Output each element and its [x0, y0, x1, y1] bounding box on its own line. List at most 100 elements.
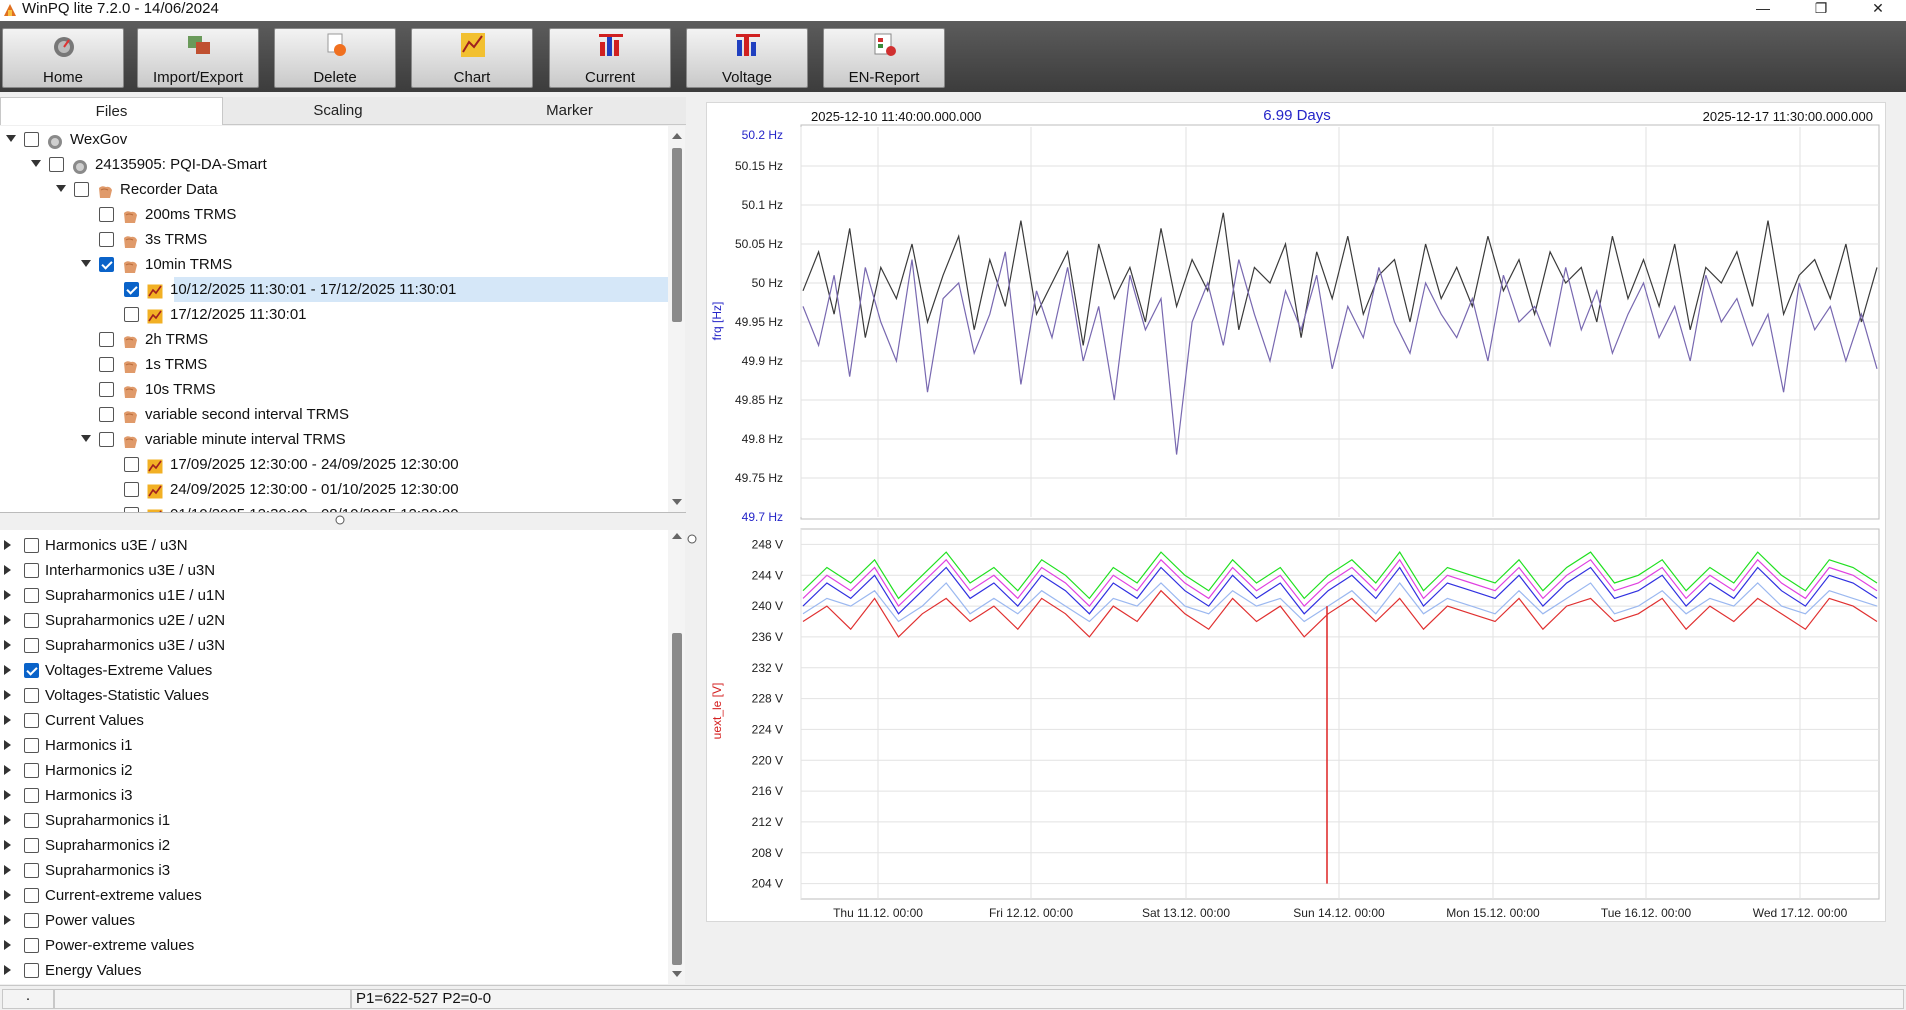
tree-item[interactable]: 17/12/2025 11:30:01: [0, 302, 668, 327]
expand-arrow-icon[interactable]: [4, 740, 11, 750]
expand-arrow-icon[interactable]: [4, 640, 11, 650]
minimize-button[interactable]: —: [1735, 0, 1791, 21]
tree-item-checkbox[interactable]: [49, 157, 64, 172]
scroll-up-icon[interactable]: [672, 133, 682, 139]
tree-item[interactable]: 24135905: PQI-DA-Smart: [0, 152, 668, 177]
tree-item-checkbox[interactable]: [99, 257, 114, 272]
channel-checkbox[interactable]: [24, 938, 39, 953]
tree-item-checkbox[interactable]: [124, 457, 139, 472]
channel-item[interactable]: Current Values: [0, 708, 668, 733]
chart-button[interactable]: Chart: [411, 28, 533, 88]
expand-arrow-icon[interactable]: [4, 715, 11, 725]
expand-arrow-icon[interactable]: [4, 915, 11, 925]
channel-item[interactable]: Supraharmonics u1E / u1N: [0, 583, 668, 608]
channel-item[interactable]: Current-extreme values: [0, 883, 668, 908]
expand-arrow-icon[interactable]: [4, 665, 11, 675]
expand-arrow-icon[interactable]: [4, 615, 11, 625]
tree-item-checkbox[interactable]: [99, 407, 114, 422]
voltage-button[interactable]: Voltage: [686, 28, 808, 88]
expand-arrow-icon[interactable]: [4, 690, 11, 700]
expand-arrow-icon[interactable]: [4, 590, 11, 600]
tree-item-checkbox[interactable]: [99, 432, 114, 447]
tree-item-checkbox[interactable]: [99, 332, 114, 347]
restore-button[interactable]: ❐: [1793, 0, 1849, 21]
channel-checkbox[interactable]: [24, 813, 39, 828]
current-button[interactable]: Current: [549, 28, 671, 88]
channel-checkbox[interactable]: [24, 688, 39, 703]
channel-checkbox[interactable]: [24, 663, 39, 678]
tree-item-checkbox[interactable]: [99, 232, 114, 247]
tree-item[interactable]: 1s TRMS: [0, 352, 668, 377]
splitter-handle-icon[interactable]: [686, 533, 698, 545]
expand-arrow-icon[interactable]: [4, 865, 11, 875]
delete-button[interactable]: Delete: [274, 28, 396, 88]
channel-list-scrollbar[interactable]: [668, 530, 685, 984]
tree-item-checkbox[interactable]: [124, 307, 139, 322]
channel-checkbox[interactable]: [24, 638, 39, 653]
channel-item[interactable]: Supraharmonics u3E / u3N: [0, 633, 668, 658]
file-tree-scrollbar[interactable]: [668, 126, 685, 512]
tree-item[interactable]: 10min TRMS: [0, 252, 668, 277]
channel-checkbox[interactable]: [24, 738, 39, 753]
channel-item[interactable]: Harmonics i3: [0, 783, 668, 808]
tree-item[interactable]: 24/09/2025 12:30:00 - 01/10/2025 12:30:0…: [0, 477, 668, 502]
tree-item[interactable]: 17/09/2025 12:30:00 - 24/09/2025 12:30:0…: [0, 452, 668, 477]
channel-checkbox[interactable]: [24, 913, 39, 928]
chart-svg[interactable]: 2025-12-10 11:40:00.000.000 6.99 Days 2025…: [707, 103, 1887, 923]
close-button[interactable]: ✕: [1850, 0, 1906, 21]
tree-item[interactable]: 10s TRMS: [0, 377, 668, 402]
import-export-button[interactable]: Import/Export: [137, 28, 259, 88]
home-button[interactable]: Home: [2, 28, 124, 88]
channel-checkbox[interactable]: [24, 863, 39, 878]
expand-arrow-icon[interactable]: [4, 565, 11, 575]
splitter-handle-icon[interactable]: [334, 514, 346, 526]
tree-item[interactable]: 2h TRMS: [0, 327, 668, 352]
scroll-thumb[interactable]: [672, 148, 682, 322]
channel-item[interactable]: Supraharmonics i3: [0, 858, 668, 883]
expand-arrow-icon[interactable]: [4, 890, 11, 900]
tree-item-checkbox[interactable]: [99, 382, 114, 397]
channel-item[interactable]: Supraharmonics u2E / u2N: [0, 608, 668, 633]
channel-checkbox[interactable]: [24, 563, 39, 578]
channel-item[interactable]: Harmonics i2: [0, 758, 668, 783]
channel-checkbox[interactable]: [24, 588, 39, 603]
channel-item[interactable]: Harmonics u3E / u3N: [0, 533, 668, 558]
expand-arrow-icon[interactable]: [56, 185, 66, 192]
channel-item[interactable]: Voltages-Statistic Values: [0, 683, 668, 708]
tree-item[interactable]: variable second interval TRMS: [0, 402, 668, 427]
channel-item[interactable]: Power values: [0, 908, 668, 933]
tree-item-checkbox[interactable]: [99, 357, 114, 372]
tree-item-checkbox[interactable]: [124, 282, 139, 297]
channel-checkbox[interactable]: [24, 538, 39, 553]
channel-item[interactable]: Harmonics i1: [0, 733, 668, 758]
channel-checkbox[interactable]: [24, 788, 39, 803]
expand-arrow-icon[interactable]: [6, 135, 16, 142]
tree-item[interactable]: variable minute interval TRMS: [0, 427, 668, 452]
channel-item[interactable]: Supraharmonics i2: [0, 833, 668, 858]
scroll-thumb[interactable]: [672, 633, 682, 965]
scroll-down-icon[interactable]: [672, 499, 682, 505]
tab-files[interactable]: Files: [0, 97, 223, 125]
tree-item[interactable]: WexGov: [0, 127, 668, 152]
expand-arrow-icon[interactable]: [31, 160, 41, 167]
panel-splitter[interactable]: [0, 512, 686, 526]
channel-checkbox[interactable]: [24, 888, 39, 903]
channel-checkbox[interactable]: [24, 838, 39, 853]
expand-arrow-icon[interactable]: [4, 540, 11, 550]
channel-checkbox[interactable]: [24, 763, 39, 778]
expand-arrow-icon[interactable]: [81, 435, 91, 442]
tree-item-checkbox[interactable]: [99, 207, 114, 222]
channel-checkbox[interactable]: [24, 963, 39, 978]
expand-arrow-icon[interactable]: [4, 790, 11, 800]
channel-item[interactable]: Interharmonics u3E / u3N: [0, 558, 668, 583]
expand-arrow-icon[interactable]: [4, 815, 11, 825]
scroll-down-icon[interactable]: [672, 971, 682, 977]
en-report-button[interactable]: EN-Report: [823, 28, 945, 88]
channel-item[interactable]: Energy Values: [0, 958, 668, 983]
channel-item[interactable]: Power-extreme values: [0, 933, 668, 958]
chart-panel[interactable]: 2025-12-10 11:40:00.000.000 6.99 Days 2025…: [706, 102, 1886, 922]
channel-checkbox[interactable]: [24, 713, 39, 728]
tree-item-checkbox[interactable]: [124, 482, 139, 497]
tab-scaling[interactable]: Scaling: [223, 97, 453, 125]
tree-item[interactable]: 3s TRMS: [0, 227, 668, 252]
